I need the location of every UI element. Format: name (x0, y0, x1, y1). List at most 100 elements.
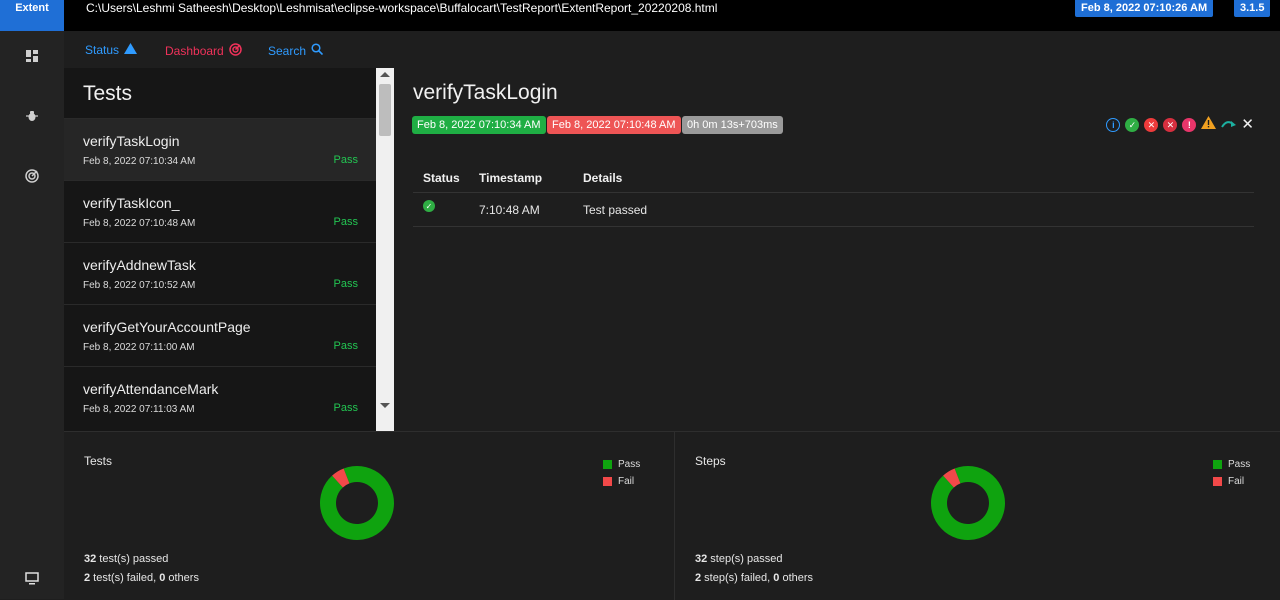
steps-others-text: others (779, 572, 814, 584)
test-name: verifyTaskIcon_ (83, 195, 180, 211)
legend-pass[interactable]: Pass (603, 459, 640, 470)
legend-fail-label: Fail (1228, 476, 1245, 487)
tests-heading: Tests (83, 82, 133, 105)
test-detail-panel: verifyTaskLogin Feb 8, 2022 07:10:34 AM … (394, 68, 1280, 431)
legend-pass-label: Pass (618, 459, 641, 470)
tests-failed-summary: 2 test(s) failed, 0 others (84, 572, 199, 584)
legend-pass-label: Pass (1228, 459, 1251, 470)
nav-dashboard-label: Dashboard (165, 44, 224, 58)
warning-triangle-icon[interactable] (1201, 116, 1217, 134)
column-header-timestamp: Timestamp (479, 171, 543, 185)
summary-section: Tests Pass Fail 32 test(s) passed 2 test… (64, 431, 1280, 600)
nav-bar: Status Dashboard Search (64, 31, 1280, 68)
report-path: C:\Users\Leshmi Satheesh\Desktop\Leshmis… (86, 1, 718, 15)
test-status: Pass (333, 340, 358, 352)
tests-passed-text: test(s) passed (96, 553, 169, 565)
scroll-thumb[interactable] (379, 84, 391, 136)
test-list-item[interactable]: verifyAttendanceMark Feb 8, 2022 07:11:0… (64, 366, 376, 428)
test-name: verifyGetYourAccountPage (83, 319, 251, 335)
pass-swatch (1213, 460, 1222, 469)
steps-summary-card: Steps Pass Fail 32 step(s) passed 2 step… (675, 432, 1280, 600)
test-status: Pass (333, 154, 358, 166)
test-name: verifyAttendanceMark (83, 381, 219, 397)
steps-legend: Pass Fail (1213, 459, 1250, 487)
legend-pass[interactable]: Pass (1213, 459, 1250, 470)
skip-arrow-icon[interactable] (1221, 116, 1237, 134)
check-circle-icon[interactable]: ✓ (1125, 118, 1140, 132)
donut-slice-pass[interactable] (320, 466, 394, 540)
steps-passed-summary: 32 step(s) passed (695, 553, 782, 565)
sidebar (0, 31, 64, 599)
steps-passed-count: 32 (695, 553, 708, 565)
table-row-status: ✓ (423, 200, 435, 212)
pass-swatch (603, 460, 612, 469)
test-list-item[interactable]: verifyTaskLogin Feb 8, 2022 07:10:34 AM … (64, 118, 376, 180)
tests-summary-card: Tests Pass Fail 32 test(s) passed 2 test… (64, 432, 674, 600)
tests-others-text: others (165, 572, 199, 584)
legend-fail-label: Fail (618, 476, 635, 487)
nav-dashboard[interactable]: Dashboard (165, 43, 242, 59)
column-header-details: Details (583, 171, 623, 185)
nav-search-label: Search (268, 43, 307, 58)
test-time: Feb 8, 2022 07:11:03 AM (83, 404, 195, 415)
table-divider (413, 192, 1254, 193)
test-status: Pass (333, 216, 358, 228)
donut-slice-pass[interactable] (931, 466, 1005, 540)
tests-passed-count: 32 (84, 553, 97, 565)
test-status: Pass (333, 278, 358, 290)
warning-triangle-icon (124, 43, 138, 57)
test-time: Feb 8, 2022 07:10:34 AM (83, 156, 196, 167)
radar-icon[interactable] (23, 167, 41, 185)
dashboard-grid-icon[interactable] (23, 47, 41, 65)
column-header-status: Status (423, 171, 460, 185)
error-circle-icon[interactable]: ! (1182, 118, 1197, 132)
tests-passed-summary: 32 test(s) passed (84, 553, 168, 565)
radar-icon (228, 43, 242, 59)
test-time: Feb 8, 2022 07:10:48 AM (83, 218, 196, 229)
tests-summary-title: Tests (84, 454, 113, 468)
test-list-scrollbar[interactable] (376, 68, 394, 431)
bug-icon[interactable] (23, 107, 41, 125)
test-list-item[interactable]: verifyTaskIcon_ Feb 8, 2022 07:10:48 AM … (64, 180, 376, 242)
scroll-down-arrow-icon[interactable] (380, 403, 390, 408)
steps-failed-text: step(s) failed, (701, 572, 774, 584)
test-list-item[interactable]: verifyAddnewTask Feb 8, 2022 07:10:52 AM… (64, 242, 376, 304)
test-name: verifyTaskLogin (83, 133, 180, 149)
fail-swatch (1213, 477, 1222, 486)
top-bar: Extent C:\Users\Leshmi Satheesh\Desktop\… (0, 0, 1280, 31)
test-time: Feb 8, 2022 07:10:52 AM (83, 280, 196, 291)
table-row-timestamp: 7:10:48 AM (479, 203, 540, 217)
table-divider (413, 226, 1254, 227)
duration-badge: 0h 0m 13s+703ms (682, 116, 783, 134)
nav-status[interactable]: Status (85, 43, 138, 57)
steps-summary-title: Steps (695, 454, 726, 468)
steps-passed-text: step(s) passed (707, 553, 783, 565)
fail-circle-icon[interactable]: ✕ (1144, 118, 1159, 132)
test-list-item[interactable]: verifyGetYourAccountPage Feb 8, 2022 07:… (64, 304, 376, 366)
search-icon (311, 43, 324, 58)
steps-donut-chart (931, 466, 1005, 540)
table-row-details: Test passed (583, 203, 648, 217)
legend-fail[interactable]: Fail (603, 476, 640, 487)
close-icon[interactable]: ✕ (1241, 117, 1254, 132)
monitor-icon[interactable] (23, 569, 41, 587)
version-badge: 3.1.5 (1234, 0, 1271, 17)
fatal-circle-icon[interactable]: ✕ (1163, 118, 1178, 132)
tests-failed-text: test(s) failed, (90, 572, 160, 584)
steps-failed-summary: 2 step(s) failed, 0 others (695, 572, 813, 584)
tests-donut-chart (320, 466, 394, 540)
report-date-badge: Feb 8, 2022 07:10:26 AM (1075, 0, 1214, 17)
start-time-badge: Feb 8, 2022 07:10:34 AM (412, 116, 546, 134)
legend-fail[interactable]: Fail (1213, 476, 1250, 487)
test-status: Pass (333, 402, 358, 414)
scroll-up-arrow-icon[interactable] (380, 72, 390, 77)
nav-search[interactable]: Search (268, 43, 324, 58)
fail-swatch (603, 477, 612, 486)
end-time-badge: Feb 8, 2022 07:10:48 AM (547, 116, 681, 134)
test-detail-title: verifyTaskLogin (413, 81, 558, 104)
nav-status-label: Status (85, 43, 120, 57)
info-icon[interactable]: i (1106, 118, 1121, 132)
brand-logo[interactable]: Extent (0, 0, 64, 31)
status-filter-icons: i ✓ ✕ ✕ ! ✕ (1106, 116, 1254, 134)
test-list-panel: Tests verifyTaskLogin Feb 8, 2022 07:10:… (64, 68, 376, 431)
